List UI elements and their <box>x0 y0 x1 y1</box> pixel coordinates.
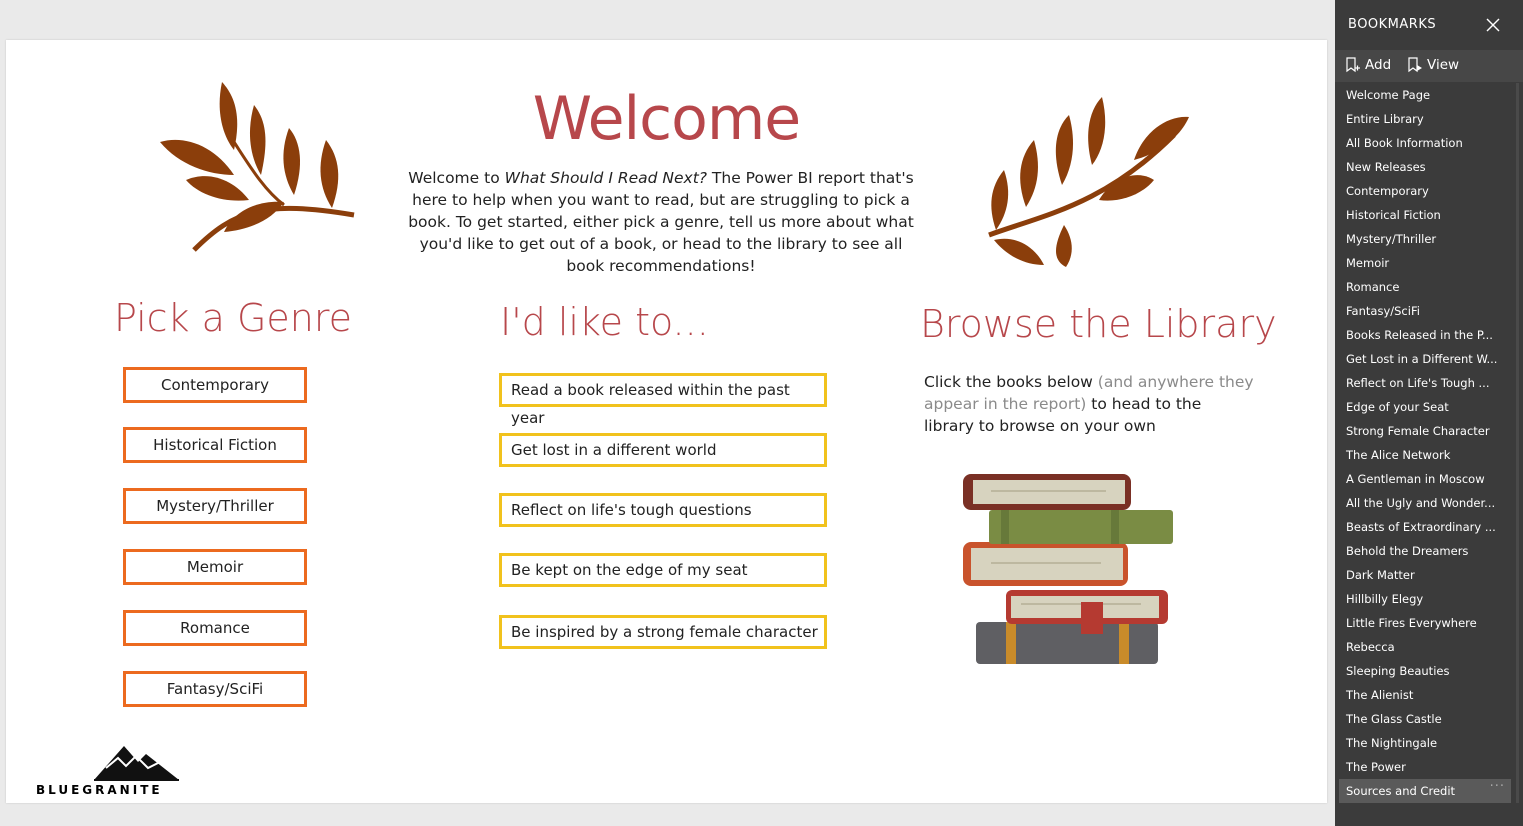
bookmark-item-label: A Gentleman in Moscow <box>1346 472 1485 486</box>
bookmark-item-label: Get Lost in a Different W... <box>1346 352 1498 366</box>
bookmark-item[interactable]: Romance <box>1339 275 1511 299</box>
like-button-tough-questions[interactable]: Reflect on life's tough questions <box>499 493 827 527</box>
bluegranite-logo: BLUEGRANITE <box>36 742 186 802</box>
bookmark-item-label: The Alice Network <box>1346 448 1451 462</box>
intro-text: Welcome to What Should I Read Next? The … <box>408 169 914 275</box>
bookmark-item-label: New Releases <box>1346 160 1426 174</box>
bookmark-item[interactable]: Rebecca <box>1339 635 1511 659</box>
bookmark-item-label: Reflect on Life's Tough ... <box>1346 376 1490 390</box>
bookmark-item-label: Entire Library <box>1346 112 1424 126</box>
bookmark-item-label: All Book Information <box>1346 136 1463 150</box>
genre-button-historical-fiction[interactable]: Historical Fiction <box>123 427 307 463</box>
bookmark-item-label: The Alienist <box>1346 688 1414 702</box>
bookmark-item-label: Beasts of Extraordinary ... <box>1346 520 1496 534</box>
bookmark-item[interactable]: Hillbilly Elegy <box>1339 587 1511 611</box>
logo-text: BLUEGRANITE <box>36 783 163 797</box>
bookmark-item[interactable]: Welcome Page <box>1339 83 1511 107</box>
bookmark-item-label: Little Fires Everywhere <box>1346 616 1477 630</box>
bookmark-item[interactable]: The Alienist <box>1339 683 1511 707</box>
more-options-icon[interactable]: ··· <box>1490 779 1505 799</box>
bookmark-item-label: Mystery/Thriller <box>1346 232 1437 246</box>
bookmark-item[interactable]: Contemporary <box>1339 179 1511 203</box>
bookmark-item[interactable]: The Glass Castle <box>1339 707 1511 731</box>
browse-library-text: Click the books below (and anywhere they… <box>924 373 1254 435</box>
bookmark-item-label: Sources and Credit <box>1346 784 1456 798</box>
bookmark-item-label: Edge of your Seat <box>1346 400 1449 414</box>
view-label: View <box>1427 57 1460 73</box>
like-button-edge-of-seat[interactable]: Be kept on the edge of my seat <box>499 553 827 587</box>
view-bookmark-icon <box>1408 57 1422 73</box>
bookmark-item-label: Contemporary <box>1346 184 1429 198</box>
bookmark-list: Welcome Page Entire Library All Book Infor… <box>1339 83 1511 803</box>
bookmark-item-label: The Power <box>1346 760 1406 774</box>
browse-library-title: Browse the Library <box>920 302 1277 346</box>
welcome-title: Welcome <box>532 84 801 154</box>
bookmark-item-label: The Glass Castle <box>1346 712 1442 726</box>
bookmark-item[interactable]: Little Fires Everywhere <box>1339 611 1511 635</box>
bookmark-item-label: Memoir <box>1346 256 1390 270</box>
bookmark-item[interactable]: Dark Matter <box>1339 563 1511 587</box>
bookmark-item-label: Rebecca <box>1346 640 1395 654</box>
bookmark-item[interactable]: New Releases <box>1339 155 1511 179</box>
bookmark-item[interactable]: Beasts of Extraordinary ... <box>1339 515 1511 539</box>
add-label: Add <box>1365 57 1392 73</box>
bookmark-item[interactable]: Sources and Credit ··· <box>1339 779 1511 803</box>
mountain-logo-icon <box>94 746 179 781</box>
book-stack-icon[interactable] <box>961 472 1176 672</box>
like-button-strong-female[interactable]: Be inspired by a strong female character <box>499 615 827 649</box>
bookmark-item[interactable]: Books Released in the P... <box>1339 323 1511 347</box>
bookmark-item[interactable]: Historical Fiction <box>1339 203 1511 227</box>
bookmarks-panel: BOOKMARKS Add View Welcome Page Entire Li… <box>1335 0 1523 826</box>
genre-button-contemporary[interactable]: Contemporary <box>123 367 307 403</box>
bookmark-item[interactable]: All the Ugly and Wonder... <box>1339 491 1511 515</box>
bookmark-item[interactable]: Sleeping Beauties <box>1339 659 1511 683</box>
like-to-title: I'd like to... <box>500 300 709 344</box>
like-button-new-release[interactable]: Read a book released within the past yea… <box>499 373 827 427</box>
bookmark-item[interactable]: The Alice Network <box>1339 443 1511 467</box>
bookmark-item[interactable]: Get Lost in a Different W... <box>1339 347 1511 371</box>
bookmarks-actions: Add View <box>1335 50 1523 82</box>
bookmark-item[interactable]: Fantasy/SciFi <box>1339 299 1511 323</box>
bookmark-item-label: Hillbilly Elegy <box>1346 592 1424 606</box>
bookmark-item[interactable]: A Gentleman in Moscow <box>1339 467 1511 491</box>
bookmark-item-label: Strong Female Character <box>1346 424 1490 438</box>
add-bookmark-button[interactable]: Add <box>1345 57 1391 73</box>
bookmark-item-label: Sleeping Beauties <box>1346 664 1450 678</box>
report-canvas: Welcome Welcome to What Should I Read Ne… <box>6 40 1327 803</box>
pick-genre-title: Pick a Genre <box>114 296 353 340</box>
bookmark-item[interactable]: Mystery/Thriller <box>1339 227 1511 251</box>
bookmark-item-label: All the Ugly and Wonder... <box>1346 496 1496 510</box>
close-icon[interactable] <box>1485 17 1501 33</box>
genre-button-mystery-thriller[interactable]: Mystery/Thriller <box>123 488 307 524</box>
genre-button-memoir[interactable]: Memoir <box>123 549 307 585</box>
like-button-different-world[interactable]: Get lost in a different world <box>499 433 827 467</box>
bookmark-item-label: Romance <box>1346 280 1400 294</box>
bookmarks-header: BOOKMARKS <box>1335 0 1523 50</box>
bookmark-item[interactable]: Behold the Dreamers <box>1339 539 1511 563</box>
bookmark-item-label: Behold the Dreamers <box>1346 544 1469 558</box>
bookmark-item[interactable]: Reflect on Life's Tough ... <box>1339 371 1511 395</box>
bookmark-item[interactable]: The Power <box>1339 755 1511 779</box>
add-bookmark-icon <box>1346 57 1360 73</box>
bookmark-item[interactable]: Memoir <box>1339 251 1511 275</box>
bookmark-item[interactable]: Entire Library <box>1339 107 1511 131</box>
bookmark-item-label: Books Released in the P... <box>1346 328 1493 342</box>
bookmark-item[interactable]: Edge of your Seat <box>1339 395 1511 419</box>
bookmark-item-label: Dark Matter <box>1346 568 1415 582</box>
bookmark-item[interactable]: Strong Female Character <box>1339 419 1511 443</box>
bookmarks-title: BOOKMARKS <box>1348 17 1437 32</box>
view-bookmark-button[interactable]: View <box>1407 57 1459 73</box>
bookmark-item[interactable]: All Book Information <box>1339 131 1511 155</box>
bookmark-item-label: Fantasy/SciFi <box>1346 304 1420 318</box>
bookmark-item-label: The Nightingale <box>1346 736 1438 750</box>
genre-button-romance[interactable]: Romance <box>123 610 307 646</box>
scrollbar[interactable] <box>1514 83 1521 803</box>
bookmark-item-label: Welcome Page <box>1346 88 1431 102</box>
bookmark-item-label: Historical Fiction <box>1346 208 1441 222</box>
genre-button-fantasy-scifi[interactable]: Fantasy/SciFi <box>123 671 307 707</box>
bookmark-item[interactable]: The Nightingale <box>1339 731 1511 755</box>
